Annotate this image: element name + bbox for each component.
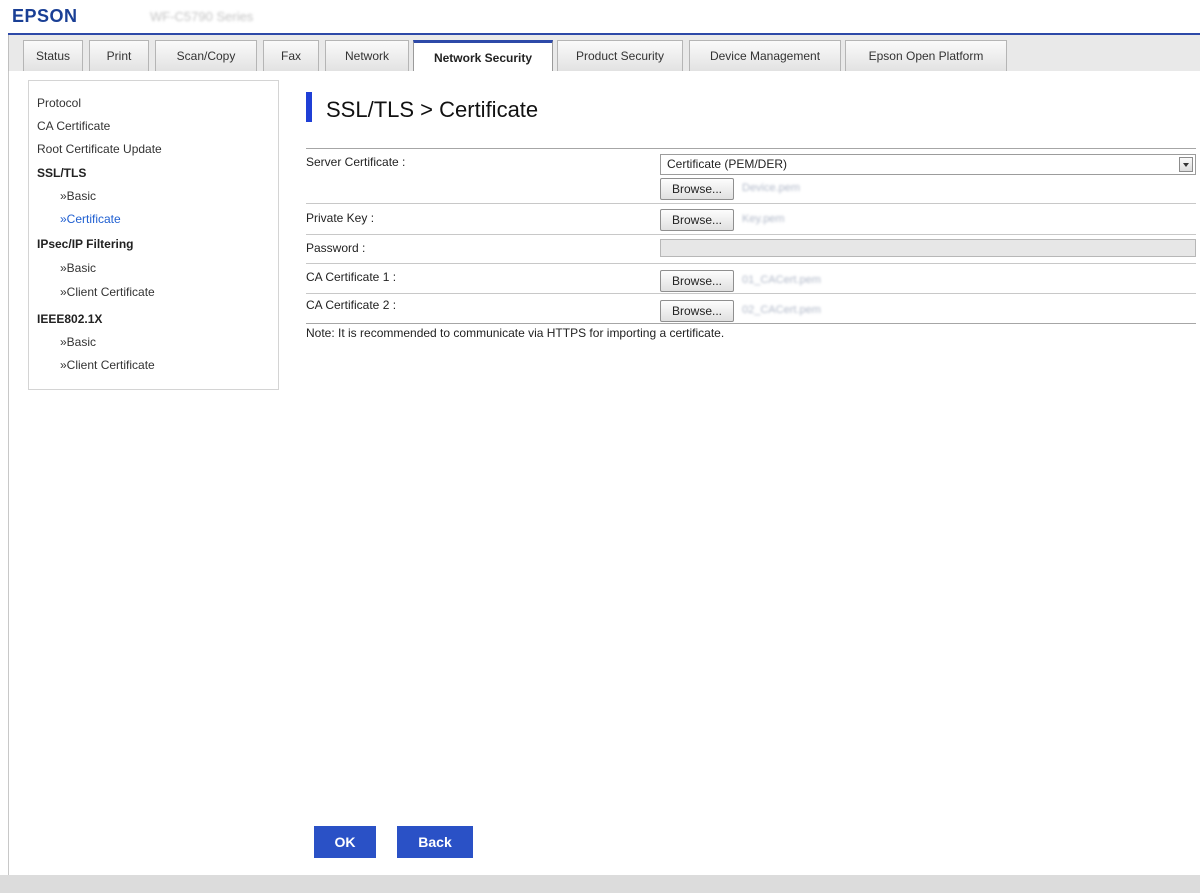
form-bottom-divider — [306, 323, 1196, 324]
server-certificate-browse-button[interactable]: Browse... — [660, 178, 734, 200]
sidebar-group-ssl-tls[interactable]: SSL/TLS — [37, 166, 86, 180]
epson-logo: EPSON — [12, 6, 78, 26]
tab-scan-copy[interactable]: Scan/Copy — [155, 40, 257, 71]
sidebar-item-ipsec-client-certificate[interactable]: »Client Certificate — [60, 285, 155, 299]
sidebar-item-root-certificate-update[interactable]: Root Certificate Update — [37, 142, 162, 156]
server-certificate-filename: Device.pem — [742, 182, 801, 194]
sidebar-item-ieee-basic[interactable]: »Basic — [60, 335, 96, 349]
tab-device-management[interactable]: Device Management — [689, 40, 841, 71]
server-certificate-label: Server Certificate : — [306, 155, 406, 169]
row-divider — [306, 263, 1196, 264]
password-label: Password : — [306, 241, 366, 255]
sidebar-group-ieee8021x[interactable]: IEEE802.1X — [37, 312, 102, 326]
server-certificate-format-value: Certificate (PEM/DER) — [667, 157, 788, 171]
sidebar-item-ieee-client-certificate[interactable]: »Client Certificate — [60, 358, 155, 372]
tab-print[interactable]: Print — [89, 40, 149, 71]
tab-network[interactable]: Network — [325, 40, 409, 71]
sidebar-item-ca-certificate[interactable]: CA Certificate — [37, 119, 110, 133]
tab-epson-open-platform[interactable]: Epson Open Platform — [845, 40, 1007, 71]
password-field — [660, 239, 1196, 257]
ca-certificate-2-browse-button[interactable]: Browse... — [660, 300, 734, 322]
printer-model-name: WF-C5790 Series — [150, 9, 254, 24]
sidebar-item-ipsec-basic[interactable]: »Basic — [60, 261, 96, 275]
ca-certificate-2-filename: 02_CACert.pem — [742, 304, 821, 316]
tab-bar: Status Print Scan/Copy Fax Network Netwo… — [8, 35, 1200, 72]
form-top-divider — [306, 148, 1196, 149]
title-accent-bar — [306, 92, 312, 122]
footer-bar — [0, 875, 1200, 893]
ca-certificate-1-browse-button[interactable]: Browse... — [660, 270, 734, 292]
private-key-filename: Key.pem — [742, 213, 785, 225]
private-key-label: Private Key : — [306, 211, 375, 225]
ca-certificate-2-label: CA Certificate 2 : — [306, 298, 397, 312]
row-divider — [306, 203, 1196, 204]
tab-status[interactable]: Status — [23, 40, 83, 71]
sidebar-item-protocol[interactable]: Protocol — [37, 96, 81, 110]
private-key-browse-button[interactable]: Browse... — [660, 209, 734, 231]
row-divider — [306, 234, 1196, 235]
chevron-down-icon[interactable] — [1179, 157, 1193, 172]
ca-certificate-1-label: CA Certificate 1 : — [306, 270, 397, 284]
back-button[interactable]: Back — [397, 826, 473, 858]
https-note: Note: It is recommended to communicate v… — [306, 326, 725, 340]
ca-certificate-1-filename: 01_CACert.pem — [742, 274, 821, 286]
sidebar-item-ssl-basic[interactable]: »Basic — [60, 189, 96, 203]
header: EPSON WF-C5790 Series — [0, 0, 1200, 35]
tab-fax[interactable]: Fax — [263, 40, 319, 71]
row-divider — [306, 293, 1196, 294]
page-title: SSL/TLS > Certificate — [326, 97, 539, 122]
sidebar-group-ipsec[interactable]: IPsec/IP Filtering — [37, 237, 133, 251]
sidebar-item-ssl-certificate[interactable]: »Certificate — [60, 212, 121, 226]
tab-product-security[interactable]: Product Security — [557, 40, 683, 71]
ok-button[interactable]: OK — [314, 826, 376, 858]
tab-network-security[interactable]: Network Security — [413, 40, 553, 72]
server-certificate-format-select[interactable]: Certificate (PEM/DER) — [660, 154, 1196, 175]
